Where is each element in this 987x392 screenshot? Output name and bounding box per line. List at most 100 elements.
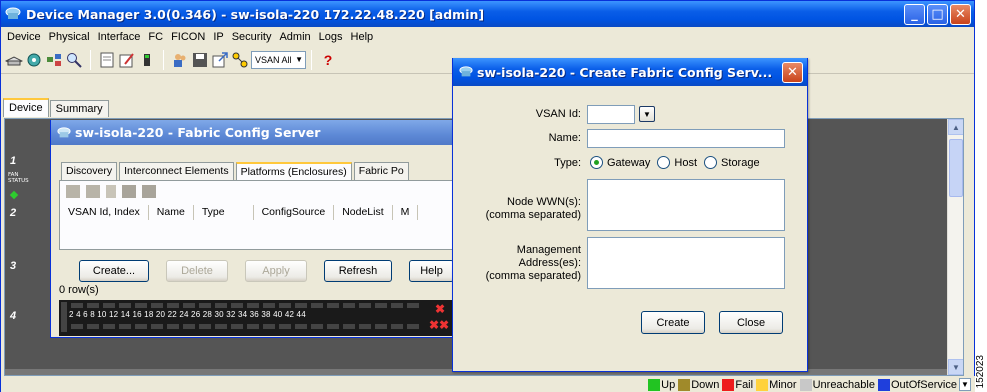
port-led[interactable] <box>263 303 275 308</box>
port-led[interactable] <box>327 324 339 329</box>
vsan-select[interactable]: VSAN All ▼ <box>251 50 306 69</box>
flow-icon[interactable] <box>231 51 249 69</box>
apply-button[interactable]: Apply <box>245 260 307 282</box>
scroll-thumb[interactable] <box>949 139 963 197</box>
menu-help[interactable]: Help <box>348 31 379 43</box>
port-led[interactable] <box>375 303 387 308</box>
port-led[interactable] <box>183 303 195 308</box>
port-led[interactable] <box>247 324 259 329</box>
port-led[interactable] <box>135 303 147 308</box>
close-button[interactable]: ✕ <box>950 4 971 25</box>
create-row-icon[interactable] <box>66 185 80 198</box>
port-led[interactable] <box>87 324 99 329</box>
tab-device[interactable]: Device <box>3 98 49 117</box>
switch-icon[interactable] <box>45 51 63 69</box>
mgmt-address-field[interactable] <box>587 237 785 289</box>
port-led[interactable] <box>87 303 99 308</box>
menu-device[interactable]: Device <box>4 31 46 43</box>
type-gateway-option[interactable]: Gateway <box>590 156 650 169</box>
menu-admin[interactable]: Admin <box>276 31 315 43</box>
inner-title-bar[interactable]: sw-isola-220 - Fabric Config Server <box>51 120 459 145</box>
port-led[interactable] <box>311 303 323 308</box>
vsan-id-dropdown[interactable]: ▼ <box>639 106 655 122</box>
port-led[interactable] <box>343 303 355 308</box>
config-icon[interactable] <box>118 51 136 69</box>
port-led[interactable] <box>231 303 243 308</box>
column-header[interactable]: VSAN Id, Index <box>60 205 149 220</box>
open-icon[interactable] <box>5 51 23 69</box>
save-icon[interactable] <box>191 51 209 69</box>
create-button[interactable]: Create <box>641 311 705 334</box>
port-led[interactable] <box>151 324 163 329</box>
create-button[interactable]: Create... <box>79 260 149 282</box>
port-led[interactable] <box>103 303 115 308</box>
port-led[interactable] <box>215 303 227 308</box>
port-led[interactable] <box>151 303 163 308</box>
port-led[interactable] <box>407 324 419 329</box>
port-led[interactable] <box>135 324 147 329</box>
title-bar[interactable]: Device Manager 3.0(0.346) - sw-isola-220… <box>1 1 974 27</box>
close-dialog-button[interactable]: Close <box>719 311 783 334</box>
port-led[interactable] <box>263 324 275 329</box>
dialog-close-button[interactable]: ✕ <box>782 62 803 83</box>
zoom-icon[interactable] <box>65 51 83 69</box>
menu-logs[interactable]: Logs <box>316 31 348 43</box>
port-led[interactable] <box>103 324 115 329</box>
port-led[interactable] <box>167 324 179 329</box>
menu-security[interactable]: Security <box>229 31 277 43</box>
scroll-down-icon[interactable]: ▼ <box>948 359 963 375</box>
name-field[interactable] <box>587 129 785 148</box>
menu-fc[interactable]: FC <box>145 31 168 43</box>
port-led[interactable] <box>375 324 387 329</box>
port-led[interactable] <box>359 303 371 308</box>
port-led[interactable] <box>71 303 83 308</box>
copy-row-icon[interactable] <box>86 185 100 198</box>
port-led[interactable] <box>119 324 131 329</box>
delete-button[interactable]: Delete <box>166 260 228 282</box>
port-led[interactable] <box>167 303 179 308</box>
port-led[interactable] <box>199 303 211 308</box>
column-header[interactable]: NodeList <box>334 205 393 220</box>
users-icon[interactable] <box>171 51 189 69</box>
tab-interconnect-elements[interactable]: Interconnect Elements <box>119 162 234 180</box>
port-led[interactable] <box>407 303 419 308</box>
launch-icon[interactable] <box>211 51 229 69</box>
save-icon[interactable] <box>122 185 136 198</box>
port-led[interactable] <box>71 324 83 329</box>
port-led[interactable] <box>183 324 195 329</box>
help-button[interactable]: Help <box>409 260 454 282</box>
tab-discovery[interactable]: Discovery <box>61 162 118 180</box>
column-header[interactable]: Name <box>149 205 194 220</box>
column-header[interactable]: ConfigSource <box>254 205 335 220</box>
tab-summary[interactable]: Summary <box>49 100 109 117</box>
refresh-button[interactable]: Refresh <box>324 260 392 282</box>
tab-fabric-ports[interactable]: Fabric Po <box>353 162 409 180</box>
menu-interface[interactable]: Interface <box>95 31 146 43</box>
port-led[interactable] <box>231 324 243 329</box>
menu-ficon[interactable]: FICON <box>168 31 210 43</box>
port-led[interactable] <box>391 324 403 329</box>
port-led[interactable] <box>295 324 307 329</box>
menu-physical[interactable]: Physical <box>46 31 95 43</box>
undo-icon[interactable] <box>106 185 116 198</box>
summary-icon[interactable] <box>98 51 116 69</box>
radio-unselected[interactable] <box>657 156 671 169</box>
vsan-id-field[interactable] <box>587 105 635 124</box>
port-led[interactable] <box>359 324 371 329</box>
dialog-title-bar[interactable]: sw-isola-220 - Create Fabric Config Serv… <box>453 58 807 86</box>
port-led[interactable] <box>311 324 323 329</box>
tab-platforms[interactable]: Platforms (Enclosures) <box>235 162 352 180</box>
port-led[interactable] <box>343 324 355 329</box>
print-icon[interactable] <box>142 185 156 198</box>
port-led[interactable] <box>295 303 307 308</box>
node-wwn-field[interactable] <box>587 179 785 231</box>
maximize-button[interactable]: □ <box>927 4 948 25</box>
radio-selected[interactable] <box>590 156 603 169</box>
port-led[interactable] <box>119 303 131 308</box>
port-led[interactable] <box>327 303 339 308</box>
column-header[interactable]: M <box>393 205 419 220</box>
discover-icon[interactable] <box>25 51 43 69</box>
minimize-button[interactable]: _ <box>904 4 925 25</box>
type-storage-option[interactable]: Storage <box>704 156 760 169</box>
port-led[interactable] <box>391 303 403 308</box>
